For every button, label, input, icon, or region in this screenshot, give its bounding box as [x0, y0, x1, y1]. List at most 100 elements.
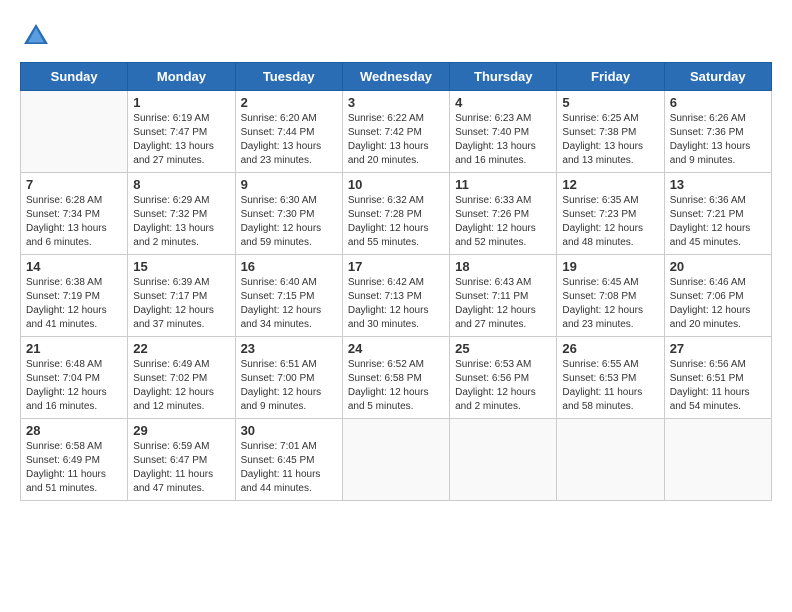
day-number: 30	[241, 423, 337, 438]
calendar-cell: 20 Sunrise: 6:46 AMSunset: 7:06 PMDayligh…	[664, 255, 771, 337]
calendar-cell: 25 Sunrise: 6:53 AMSunset: 6:56 PMDayligh…	[450, 337, 557, 419]
day-info: Sunrise: 6:32 AMSunset: 7:28 PMDaylight:…	[348, 194, 444, 250]
day-number: 17	[348, 259, 444, 274]
day-number: 7	[26, 177, 122, 192]
calendar: SundayMondayTuesdayWednesdayThursdayFrid…	[20, 62, 772, 501]
day-number: 8	[133, 177, 229, 192]
day-info: Sunrise: 6:40 AMSunset: 7:15 PMDaylight:…	[241, 276, 337, 332]
day-number: 15	[133, 259, 229, 274]
day-number: 22	[133, 341, 229, 356]
calendar-cell: 23 Sunrise: 6:51 AMSunset: 7:00 PMDayligh…	[235, 337, 342, 419]
day-header-tuesday: Tuesday	[235, 63, 342, 91]
calendar-cell: 16 Sunrise: 6:40 AMSunset: 7:15 PMDayligh…	[235, 255, 342, 337]
week-row-3: 14 Sunrise: 6:38 AMSunset: 7:19 PMDayligh…	[21, 255, 772, 337]
calendar-cell: 6Sunrise: 6:26 AMSunset: 7:36 PMDaylight…	[664, 91, 771, 173]
calendar-cell: 18 Sunrise: 6:43 AMSunset: 7:11 PMDayligh…	[450, 255, 557, 337]
calendar-cell: 27 Sunrise: 6:56 AMSunset: 6:51 PMDayligh…	[664, 337, 771, 419]
day-info: Sunrise: 6:25 AMSunset: 7:38 PMDaylight:…	[562, 112, 658, 168]
day-number: 5	[562, 95, 658, 110]
day-info: Sunrise: 6:46 AMSunset: 7:06 PMDaylight:…	[670, 276, 766, 332]
day-number: 21	[26, 341, 122, 356]
logo-icon	[20, 20, 52, 52]
calendar-cell: 17 Sunrise: 6:42 AMSunset: 7:13 PMDayligh…	[342, 255, 449, 337]
day-info: Sunrise: 6:53 AMSunset: 6:56 PMDaylight:…	[455, 358, 551, 414]
week-row-4: 21Sunrise: 6:48 AMSunset: 7:04 PMDayligh…	[21, 337, 772, 419]
day-info: Sunrise: 6:56 AMSunset: 6:51 PMDaylight:…	[670, 358, 766, 414]
day-header-wednesday: Wednesday	[342, 63, 449, 91]
day-info: Sunrise: 6:38 AMSunset: 7:19 PMDaylight:…	[26, 276, 122, 332]
calendar-cell: 22 Sunrise: 6:49 AMSunset: 7:02 PMDayligh…	[128, 337, 235, 419]
calendar-cell: 14 Sunrise: 6:38 AMSunset: 7:19 PMDayligh…	[21, 255, 128, 337]
day-info: Sunrise: 6:26 AMSunset: 7:36 PMDaylight:…	[670, 112, 766, 168]
day-info: Sunrise: 6:55 AMSunset: 6:53 PMDaylight:…	[562, 358, 658, 414]
day-number: 11	[455, 177, 551, 192]
day-info: Sunrise: 6:39 AMSunset: 7:17 PMDaylight:…	[133, 276, 229, 332]
day-header-monday: Monday	[128, 63, 235, 91]
day-info: Sunrise: 6:33 AMSunset: 7:26 PMDaylight:…	[455, 194, 551, 250]
day-number: 27	[670, 341, 766, 356]
day-info: Sunrise: 6:43 AMSunset: 7:11 PMDaylight:…	[455, 276, 551, 332]
days-header-row: SundayMondayTuesdayWednesdayThursdayFrid…	[21, 63, 772, 91]
day-info: Sunrise: 6:20 AMSunset: 7:44 PMDaylight:…	[241, 112, 337, 168]
day-header-sunday: Sunday	[21, 63, 128, 91]
day-number: 19	[562, 259, 658, 274]
day-number: 9	[241, 177, 337, 192]
calendar-cell	[342, 419, 449, 501]
calendar-cell: 3 Sunrise: 6:22 AMSunset: 7:42 PMDaylight…	[342, 91, 449, 173]
day-header-saturday: Saturday	[664, 63, 771, 91]
day-number: 3	[348, 95, 444, 110]
calendar-cell: 21Sunrise: 6:48 AMSunset: 7:04 PMDayligh…	[21, 337, 128, 419]
day-number: 26	[562, 341, 658, 356]
day-info: Sunrise: 6:19 AMSunset: 7:47 PMDaylight:…	[133, 112, 229, 168]
week-row-2: 7 Sunrise: 6:28 AMSunset: 7:34 PMDaylight…	[21, 173, 772, 255]
day-info: Sunrise: 6:29 AMSunset: 7:32 PMDaylight:…	[133, 194, 229, 250]
day-info: Sunrise: 6:23 AMSunset: 7:40 PMDaylight:…	[455, 112, 551, 168]
day-number: 25	[455, 341, 551, 356]
week-row-1: 1 Sunrise: 6:19 AMSunset: 7:47 PMDaylight…	[21, 91, 772, 173]
day-info: Sunrise: 6:42 AMSunset: 7:13 PMDaylight:…	[348, 276, 444, 332]
day-number: 28	[26, 423, 122, 438]
week-row-5: 28 Sunrise: 6:58 AMSunset: 6:49 PMDayligh…	[21, 419, 772, 501]
day-header-thursday: Thursday	[450, 63, 557, 91]
calendar-cell: 19 Sunrise: 6:45 AMSunset: 7:08 PMDayligh…	[557, 255, 664, 337]
day-info: Sunrise: 6:49 AMSunset: 7:02 PMDaylight:…	[133, 358, 229, 414]
day-number: 2	[241, 95, 337, 110]
day-number: 12	[562, 177, 658, 192]
day-info: Sunrise: 6:58 AMSunset: 6:49 PMDaylight:…	[26, 440, 122, 496]
day-info: Sunrise: 6:22 AMSunset: 7:42 PMDaylight:…	[348, 112, 444, 168]
calendar-cell	[664, 419, 771, 501]
calendar-cell	[450, 419, 557, 501]
page-header	[20, 20, 772, 52]
calendar-cell: 30 Sunrise: 7:01 AMSunset: 6:45 PMDayligh…	[235, 419, 342, 501]
day-info: Sunrise: 6:30 AMSunset: 7:30 PMDaylight:…	[241, 194, 337, 250]
day-number: 16	[241, 259, 337, 274]
day-number: 20	[670, 259, 766, 274]
day-number: 23	[241, 341, 337, 356]
day-number: 24	[348, 341, 444, 356]
calendar-cell: 7 Sunrise: 6:28 AMSunset: 7:34 PMDaylight…	[21, 173, 128, 255]
calendar-cell: 11 Sunrise: 6:33 AMSunset: 7:26 PMDayligh…	[450, 173, 557, 255]
calendar-cell: 24 Sunrise: 6:52 AMSunset: 6:58 PMDayligh…	[342, 337, 449, 419]
day-info: Sunrise: 6:52 AMSunset: 6:58 PMDaylight:…	[348, 358, 444, 414]
day-number: 13	[670, 177, 766, 192]
calendar-cell: 2 Sunrise: 6:20 AMSunset: 7:44 PMDaylight…	[235, 91, 342, 173]
day-info: Sunrise: 6:35 AMSunset: 7:23 PMDaylight:…	[562, 194, 658, 250]
calendar-cell: 1 Sunrise: 6:19 AMSunset: 7:47 PMDaylight…	[128, 91, 235, 173]
day-number: 18	[455, 259, 551, 274]
day-header-friday: Friday	[557, 63, 664, 91]
calendar-cell: 28 Sunrise: 6:58 AMSunset: 6:49 PMDayligh…	[21, 419, 128, 501]
day-info: Sunrise: 6:28 AMSunset: 7:34 PMDaylight:…	[26, 194, 122, 250]
calendar-cell: 12 Sunrise: 6:35 AMSunset: 7:23 PMDayligh…	[557, 173, 664, 255]
calendar-cell	[21, 91, 128, 173]
day-number: 14	[26, 259, 122, 274]
calendar-cell: 9 Sunrise: 6:30 AMSunset: 7:30 PMDaylight…	[235, 173, 342, 255]
calendar-cell: 29Sunrise: 6:59 AMSunset: 6:47 PMDayligh…	[128, 419, 235, 501]
day-info: Sunrise: 7:01 AMSunset: 6:45 PMDaylight:…	[241, 440, 337, 496]
calendar-cell: 13 Sunrise: 6:36 AMSunset: 7:21 PMDayligh…	[664, 173, 771, 255]
day-info: Sunrise: 6:36 AMSunset: 7:21 PMDaylight:…	[670, 194, 766, 250]
day-info: Sunrise: 6:51 AMSunset: 7:00 PMDaylight:…	[241, 358, 337, 414]
day-info: Sunrise: 6:45 AMSunset: 7:08 PMDaylight:…	[562, 276, 658, 332]
day-number: 1	[133, 95, 229, 110]
calendar-cell: 5 Sunrise: 6:25 AMSunset: 7:38 PMDaylight…	[557, 91, 664, 173]
day-number: 4	[455, 95, 551, 110]
